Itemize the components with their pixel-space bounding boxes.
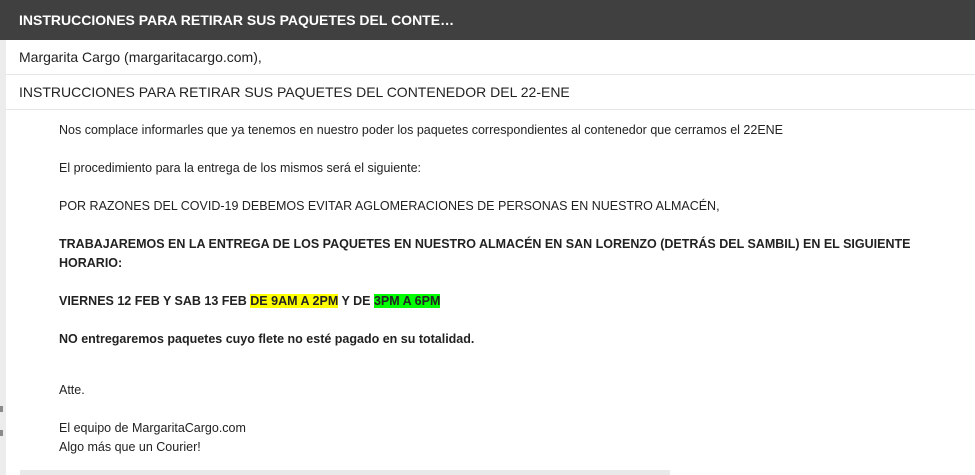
- gutter-tick: [0, 430, 3, 436]
- dates-prefix: VIERNES 12 FEB Y SAB 13 FEB: [59, 294, 251, 308]
- body-paragraph-schedule-line2: HORARIO:: [59, 256, 123, 270]
- email-sender[interactable]: Margarita Cargo (margaritacargo.com),: [6, 40, 975, 75]
- signature-line-2: Algo más que un Courier!: [59, 440, 201, 454]
- body-paragraph-payment-notice: NO entregaremos paquetes cuyo flete no e…: [59, 332, 475, 346]
- email-subject: INSTRUCCIONES PARA RETIRAR SUS PAQUETES …: [6, 75, 975, 110]
- highlight-morning-hours: DE 9AM A 2PM: [250, 294, 339, 308]
- email-viewer: INSTRUCCIONES PARA RETIRAR SUS PAQUETES …: [0, 0, 975, 475]
- window-title: INSTRUCCIONES PARA RETIRAR SUS PAQUETES …: [0, 0, 975, 40]
- body-paragraph-procedure: El procedimiento para la entrega de los …: [59, 161, 421, 175]
- gutter-tick: [0, 406, 3, 412]
- body-paragraph-intro: Nos complace informarles que ya tenemos …: [59, 123, 784, 137]
- signature-line-1: El equipo de MargaritaCargo.com: [59, 421, 246, 435]
- body-paragraph-dates: VIERNES 12 FEB Y SAB 13 FEB DE 9AM A 2PM…: [59, 292, 441, 311]
- body-paragraph-covid: POR RAZONES DEL COVID-19 DEBEMOS EVITAR …: [59, 199, 720, 213]
- body-sign-off: Atte.: [59, 383, 85, 397]
- highlight-afternoon-hours: 3PM A 6PM: [373, 294, 441, 308]
- body-paragraph-schedule-line1: TRABAJAREMOS EN LA ENTREGA DE LOS PAQUET…: [59, 237, 911, 251]
- bottom-divider: [20, 470, 670, 475]
- dates-middle: Y DE: [338, 294, 374, 308]
